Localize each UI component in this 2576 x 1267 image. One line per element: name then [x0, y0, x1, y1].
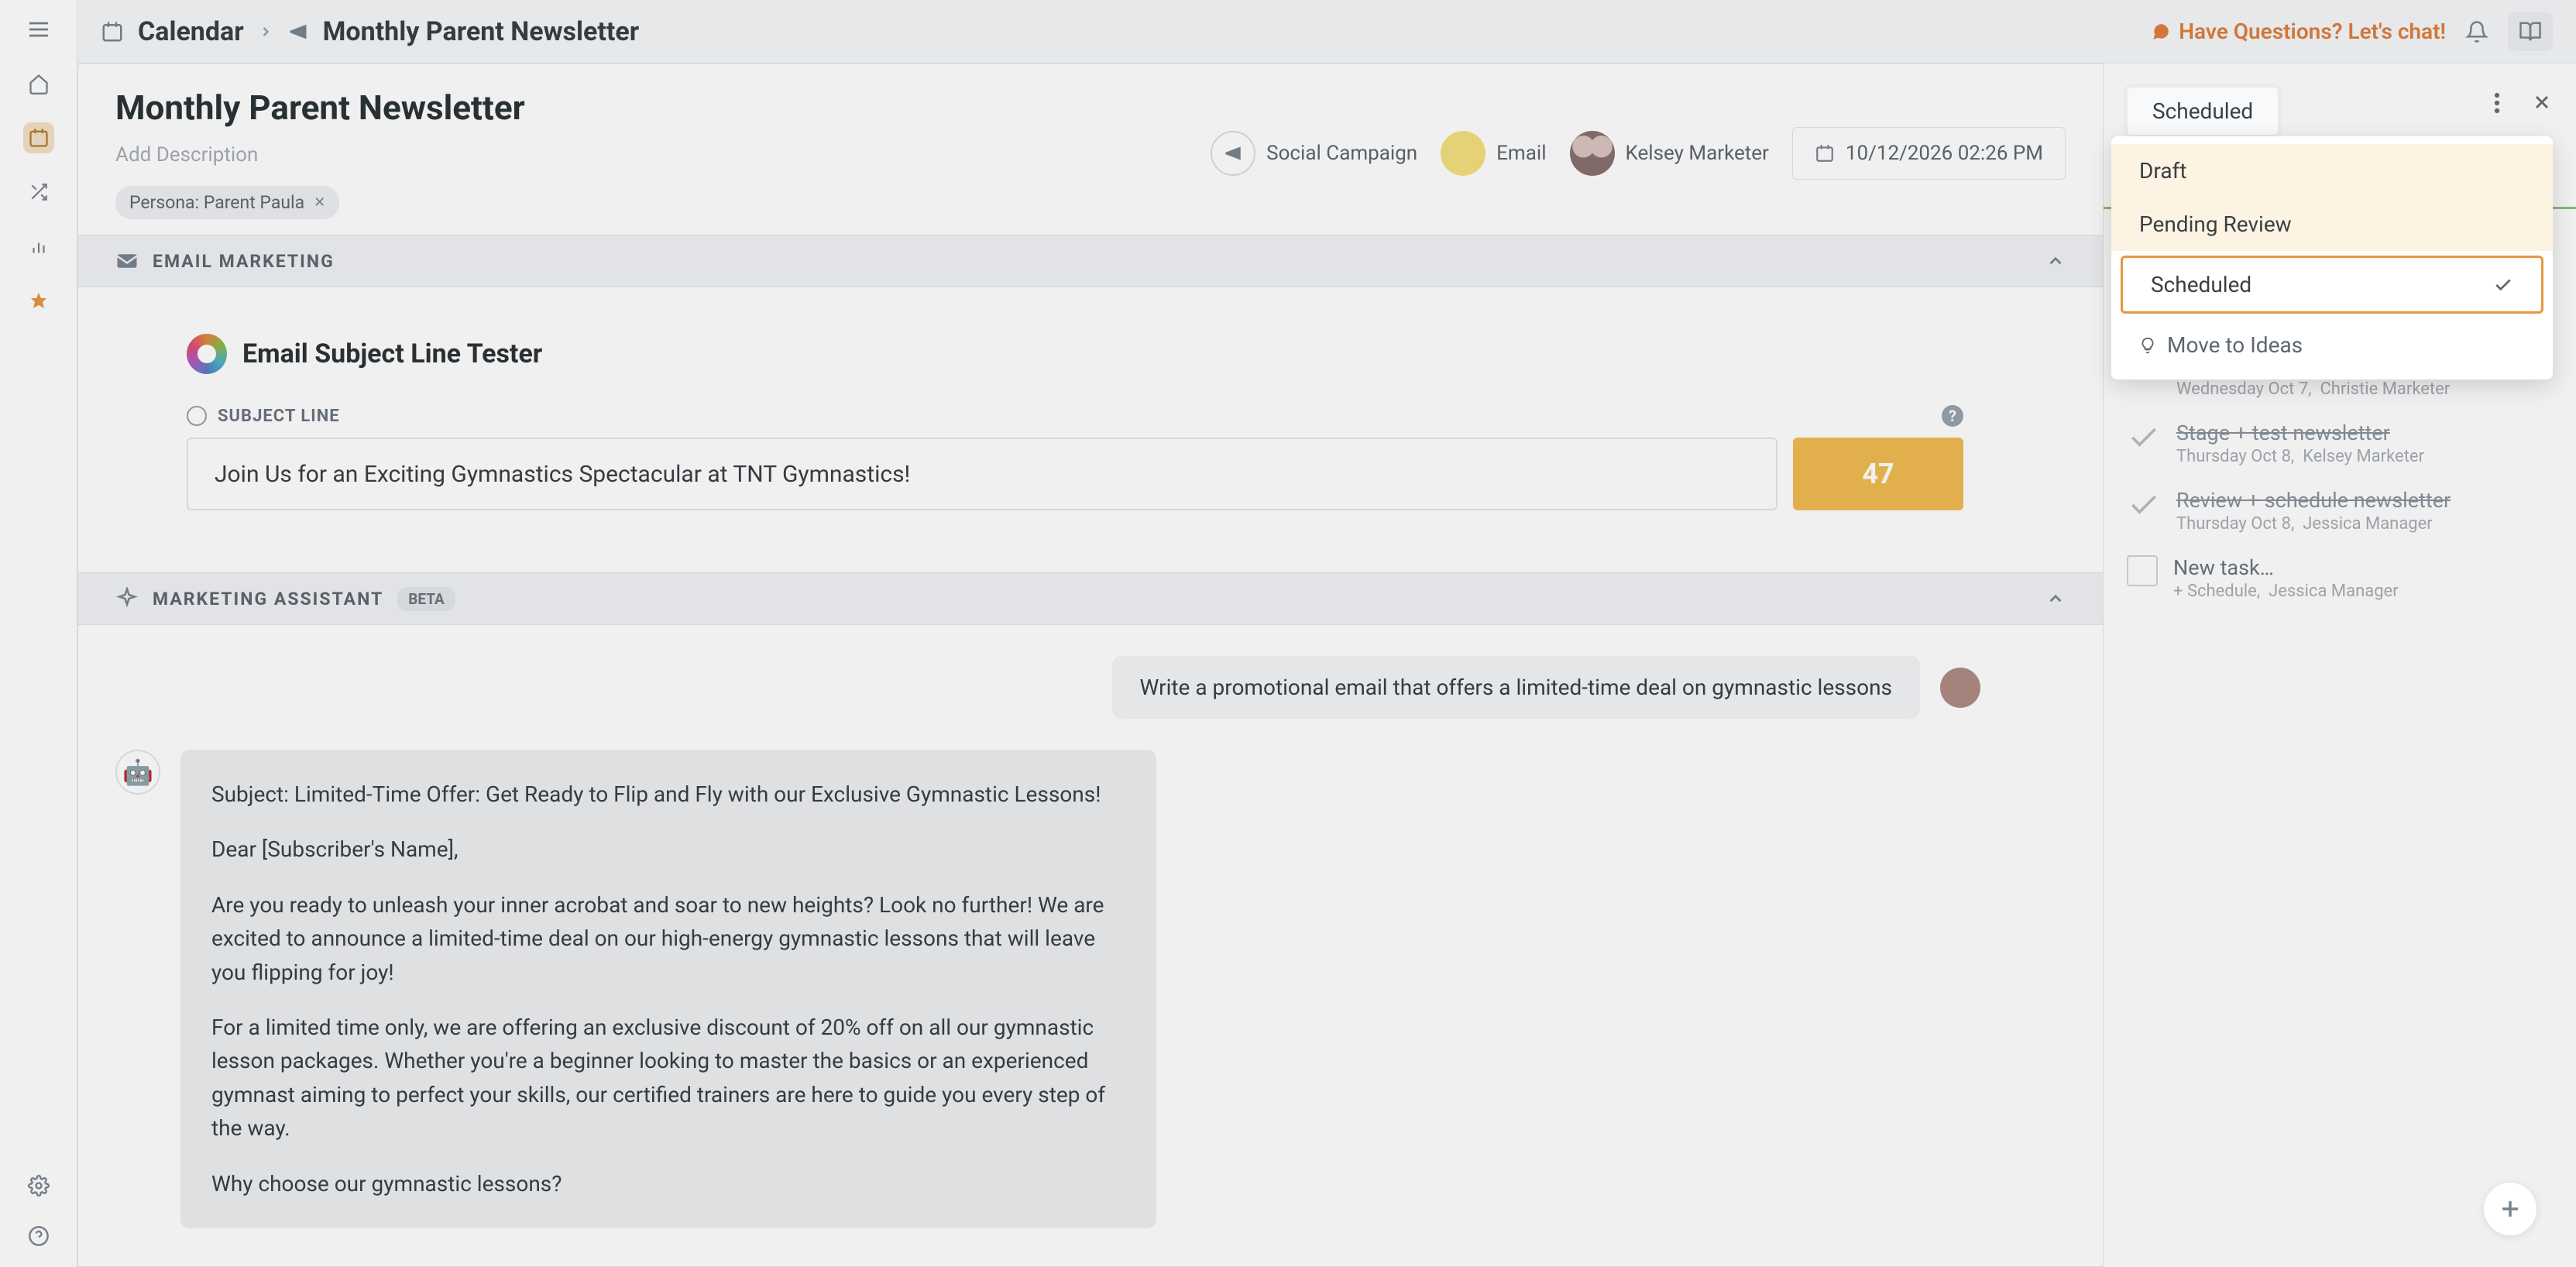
calendar-icon[interactable] [23, 122, 54, 153]
type-chip[interactable]: Email [1441, 131, 1546, 176]
meta-row: Social Campaign Email Kelsey Marketer [1211, 88, 2066, 219]
shuffle-icon[interactable] [23, 177, 54, 208]
marketing-assistant-bar[interactable]: MARKETING ASSISTANT BETA [78, 572, 2103, 625]
new-task-row[interactable]: New task… + Schedule, Jessica Manager [2127, 544, 2553, 612]
topbar: Calendar Monthly Parent Newsletter Have … [77, 0, 2576, 64]
dropdown-pending[interactable]: Pending Review [2111, 197, 2553, 251]
calendar-chip-icon [1815, 143, 1835, 163]
owner-chip[interactable]: Kelsey Marketer [1570, 131, 1769, 176]
dropdown-ideas[interactable]: Move to Ideas [2111, 318, 2553, 372]
task-check-icon[interactable] [2127, 488, 2161, 522]
breadcrumb-root[interactable]: Calendar [138, 16, 244, 47]
reload-icon[interactable] [187, 406, 207, 426]
bot-line: Why choose our gymnastic lessons? [211, 1167, 1125, 1200]
coschedule-logo [187, 334, 227, 374]
chevron-up-icon[interactable] [2045, 251, 2066, 271]
more-icon[interactable] [2494, 91, 2500, 115]
task-row[interactable]: Stage + test newsletter Thursday Oct 8, … [2127, 410, 2553, 477]
chat-link[interactable]: Have Questions? Let's chat! [2151, 19, 2446, 44]
subject-tester: Email Subject Line Tester SUBJECT LINE ?… [78, 287, 2103, 572]
owner-avatar [1570, 131, 1615, 176]
color-dot [1441, 131, 1485, 176]
chevron-up-icon-2[interactable] [2045, 589, 2066, 609]
dropdown-ideas-text: Move to Ideas [2167, 332, 2303, 358]
task-check-icon[interactable] [2127, 421, 2161, 455]
persona-pill[interactable]: Persona: Parent Paula ✕ [115, 186, 339, 219]
tester-title: Email Subject Line Tester [242, 338, 542, 369]
bot-avatar: 🤖 [115, 750, 160, 795]
sparkle-icon [115, 587, 139, 610]
bot-line: For a limited time only, we are offering… [211, 1011, 1125, 1145]
status-chip[interactable]: Scheduled [2127, 87, 2279, 136]
chat-link-text: Have Questions? Let's chat! [2179, 19, 2446, 44]
beta-badge: BETA [397, 587, 455, 611]
envelope-icon [115, 249, 139, 273]
subject-score: 47 [1793, 438, 1963, 510]
new-task-placeholder[interactable]: New task… [2173, 555, 2553, 580]
date-label: 10/12/2026 02:26 PM [1846, 142, 2043, 165]
bot-line: Dear [Subscriber's Name], [211, 833, 1125, 866]
task-meta: Thursday Oct 8, Kelsey Marketer [2176, 447, 2553, 466]
subject-label: SUBJECT LINE [218, 407, 340, 426]
settings-icon[interactable] [23, 1170, 54, 1201]
user-avatar [1940, 668, 1980, 708]
task-meta: Wednesday Oct 7, Christie Marketer [2176, 379, 2553, 399]
task-meta: Thursday Oct 8, Jessica Manager [2176, 514, 2553, 534]
assistant-label: MARKETING ASSISTANT [153, 589, 383, 609]
assistant-body: Write a promotional email that offers a … [78, 625, 2103, 1259]
add-fab[interactable] [2483, 1182, 2537, 1236]
left-nav-rail [0, 0, 77, 1267]
analytics-icon[interactable] [23, 231, 54, 262]
persona-remove-icon[interactable]: ✕ [314, 194, 325, 211]
dropdown-scheduled[interactable]: Scheduled [2121, 256, 2543, 314]
chat-icon [2151, 22, 2171, 42]
breadcrumb-page: Monthly Parent Newsletter [323, 16, 640, 47]
breadcrumb: Calendar Monthly Parent Newsletter [101, 16, 639, 47]
type-label: Email [1496, 142, 1546, 165]
check-icon [2493, 275, 2513, 295]
docs-icon[interactable] [2508, 12, 2553, 51]
editor-panel: Monthly Parent Newsletter Add Descriptio… [77, 64, 2104, 1267]
new-task-checkbox[interactable] [2127, 555, 2158, 586]
new-task-meta: + Schedule, Jessica Manager [2173, 582, 2553, 601]
chevron-right-icon [258, 24, 273, 39]
task-title: Stage + test newsletter [2176, 421, 2553, 445]
home-icon[interactable] [23, 68, 54, 99]
calendar-small-icon [101, 20, 124, 43]
email-marketing-bar[interactable]: EMAIL MARKETING [78, 235, 2103, 287]
dropdown-draft[interactable]: Draft [2111, 144, 2553, 197]
task-title: Review + schedule newsletter [2176, 488, 2553, 513]
date-chip[interactable]: 10/12/2026 02:26 PM [1792, 127, 2066, 180]
campaign-label: Social Campaign [1266, 142, 1417, 165]
help-tooltip-icon[interactable]: ? [1942, 405, 1963, 427]
hamburger-icon[interactable] [23, 14, 54, 45]
description-placeholder[interactable]: Add Description [115, 143, 1211, 167]
bullhorn-icon [1211, 131, 1255, 176]
close-icon[interactable] [2531, 91, 2553, 115]
notifications-icon[interactable] [2465, 20, 2488, 43]
owner-label: Kelsey Marketer [1626, 142, 1769, 165]
bullhorn-small-icon [287, 21, 309, 43]
persona-pill-text: Persona: Parent Paula [129, 192, 304, 213]
help-icon[interactable] [23, 1221, 54, 1252]
bot-line: Are you ready to unleash your inner acro… [211, 888, 1125, 989]
task-row[interactable]: Review + schedule newsletter Thursday Oc… [2127, 477, 2553, 544]
campaign-chip[interactable]: Social Campaign [1211, 131, 1417, 176]
dropdown-scheduled-text: Scheduled [2151, 272, 2251, 297]
bot-line: Subject: Limited-Time Offer: Get Ready t… [211, 778, 1125, 811]
status-dropdown: Draft Pending Review Scheduled Move to I… [2111, 136, 2553, 379]
user-message: Write a promotional email that offers a … [1112, 656, 1920, 719]
page-title[interactable]: Monthly Parent Newsletter [115, 88, 1211, 128]
right-panel: Scheduled Draft Pending Review Scheduled [2104, 64, 2576, 1267]
lightbulb-icon [2139, 337, 2156, 354]
email-marketing-label: EMAIL MARKETING [153, 251, 335, 272]
bot-message: Subject: Limited-Time Offer: Get Ready t… [180, 750, 1156, 1228]
subject-input[interactable] [187, 438, 1777, 510]
star-icon[interactable] [23, 285, 54, 316]
